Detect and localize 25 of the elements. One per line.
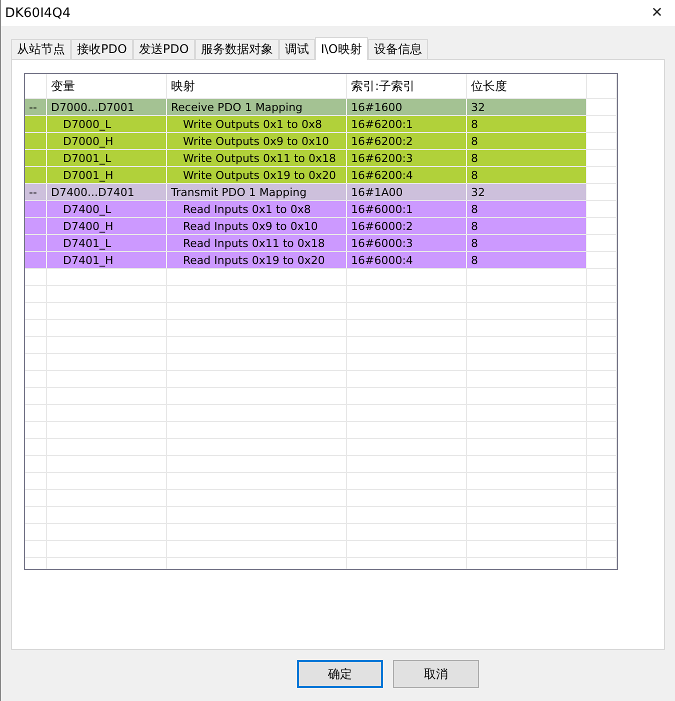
column-header: 位长度 [467, 74, 587, 98]
table-row[interactable]: D7000_L Write Outputs 0x1 to 0x8 16#6200:1 8 [25, 116, 617, 133]
tab[interactable]: 服务数据对象 [194, 39, 279, 59]
table-row[interactable]: -- D7400...D7401 Transmit PDO 1 Mapping 16#1A00 32 [25, 184, 617, 201]
tab[interactable]: 从站节点 [11, 39, 71, 59]
column-header: 映射 [167, 74, 347, 98]
close-button[interactable]: ✕ [639, 0, 675, 26]
window-title: DK60I4Q4 [5, 6, 71, 20]
tab[interactable]: 接收PDO [71, 39, 133, 59]
cancel-button[interactable]: 取消 [393, 660, 479, 688]
tab[interactable]: 设备信息 [368, 39, 428, 59]
column-header: 变量 [47, 74, 167, 98]
table-row[interactable]: D7000_H Write Outputs 0x9 to 0x10 16#6200:2 8 [25, 133, 617, 150]
ok-button[interactable]: 确定 [297, 660, 383, 688]
tab[interactable]: 发送PDO [132, 39, 195, 59]
column-header: 索引:子索引 [347, 74, 467, 98]
tab[interactable]: I\O映射 [314, 37, 368, 60]
table-row[interactable]: D7400_H Read Inputs 0x9 to 0x10 16#6000:2 8 [25, 218, 617, 235]
table-row[interactable]: -- D7000...D7001 Receive PDO 1 Mapping 16#1600 32 [25, 99, 617, 116]
tab[interactable]: 调试 [278, 39, 315, 59]
table-row[interactable]: D7001_H Write Outputs 0x19 to 0x20 16#6200:4 8 [25, 167, 617, 184]
table-row[interactable]: D7401_L Read Inputs 0x11 to 0x18 16#6000:3 8 [25, 235, 617, 252]
table-row[interactable]: D7401_H Read Inputs 0x19 to 0x20 16#6000:4 8 [25, 252, 617, 269]
table-row[interactable]: D7001_L Write Outputs 0x11 to 0x18 16#6200:3 8 [25, 150, 617, 167]
table-row[interactable]: D7400_L Read Inputs 0x1 to 0x8 16#6000:1 8 [25, 201, 617, 218]
